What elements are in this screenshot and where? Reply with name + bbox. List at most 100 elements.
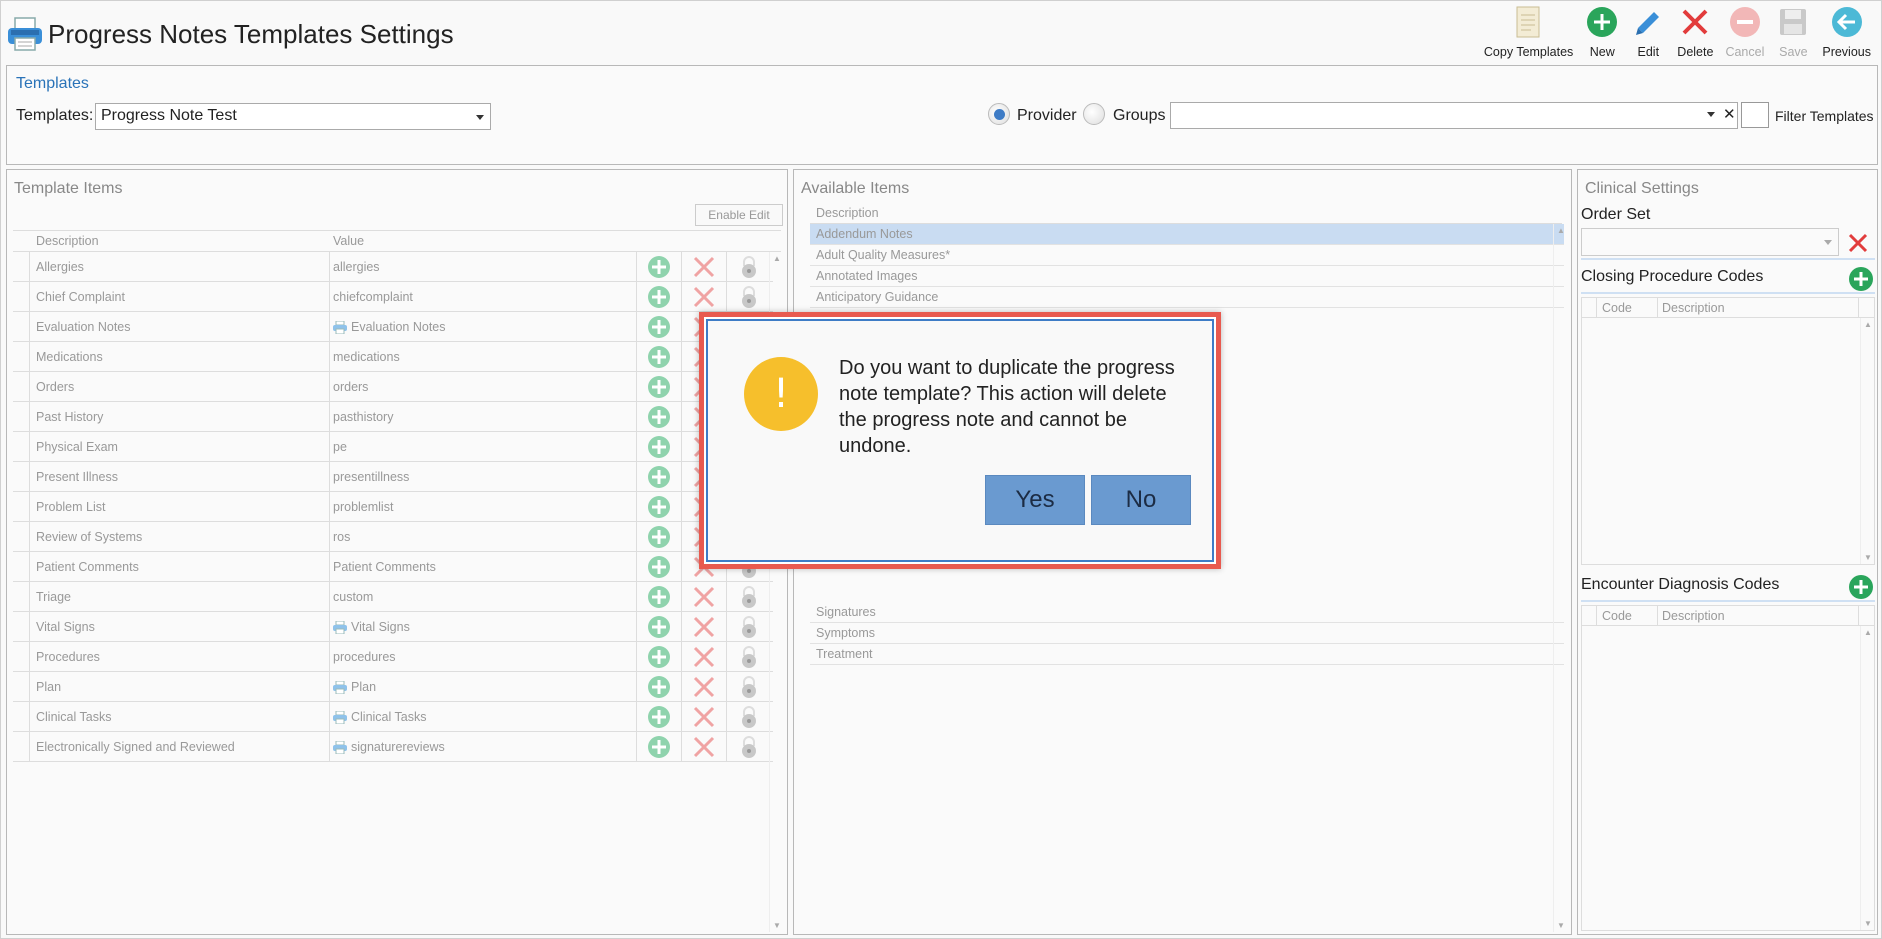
description-column-header[interactable]: Description xyxy=(1662,609,1725,623)
edit-button[interactable]: Edit xyxy=(1625,5,1671,61)
plus-circle-icon xyxy=(648,496,670,518)
enable-edit-button[interactable]: Enable Edit xyxy=(695,204,783,226)
table-row[interactable]: Medications medications xyxy=(13,342,773,372)
row-description: Allergies xyxy=(36,260,84,274)
remove-item-button[interactable] xyxy=(692,585,716,614)
lock-item-button[interactable] xyxy=(740,255,758,284)
order-set-label: Order Set xyxy=(1581,206,1651,223)
table-row[interactable]: Problem List problemlist xyxy=(13,492,773,522)
table-row[interactable]: Orders orders xyxy=(13,372,773,402)
encounter-codes-scrollbar[interactable]: ▲ ▼ xyxy=(1860,626,1874,930)
table-row[interactable]: Vital Signs Vital Signs xyxy=(13,612,773,642)
clear-order-set-button[interactable] xyxy=(1846,231,1870,260)
row-value-text: medications xyxy=(333,350,400,364)
list-item[interactable]: Anticipatory Guidance xyxy=(810,287,1564,308)
add-item-button[interactable] xyxy=(647,615,671,644)
lock-item-button[interactable] xyxy=(740,285,758,314)
clinical-settings-title: Clinical Settings xyxy=(1585,180,1699,197)
remove-item-button[interactable] xyxy=(692,285,716,314)
list-item[interactable]: Treatment xyxy=(810,644,1564,665)
add-item-button[interactable] xyxy=(647,315,671,344)
row-description: Patient Comments xyxy=(36,560,139,574)
add-item-button[interactable] xyxy=(647,345,671,374)
row-description: Procedures xyxy=(36,650,100,664)
description-column-header[interactable]: Description xyxy=(36,234,99,248)
lock-item-button[interactable] xyxy=(740,645,758,674)
add-item-button[interactable] xyxy=(647,645,671,674)
add-item-button[interactable] xyxy=(647,735,671,764)
delete-button[interactable]: Delete xyxy=(1671,5,1719,61)
row-value-text: allergies xyxy=(333,260,380,274)
table-row[interactable]: Chief Complaint chiefcomplaint xyxy=(13,282,773,312)
remove-item-button[interactable] xyxy=(692,705,716,734)
remove-item-button[interactable] xyxy=(692,645,716,674)
list-item[interactable]: Adult Quality Measures* xyxy=(810,245,1564,266)
copy-templates-button[interactable]: Copy Templates xyxy=(1478,5,1579,61)
remove-item-button[interactable] xyxy=(692,675,716,704)
remove-item-button[interactable] xyxy=(692,615,716,644)
filter-templates-checkbox[interactable] xyxy=(1741,102,1769,128)
description-column-header[interactable]: Description xyxy=(1662,301,1725,315)
chevron-down-icon[interactable] xyxy=(1707,112,1715,117)
code-column-header[interactable]: Code xyxy=(1602,301,1632,315)
templates-dropdown[interactable]: Progress Note Test xyxy=(95,103,491,130)
provider-radio[interactable] xyxy=(988,103,1010,125)
description-column-header[interactable]: Description xyxy=(816,206,879,220)
table-row[interactable]: Plan Plan xyxy=(13,672,773,702)
add-item-button[interactable] xyxy=(647,675,671,704)
table-row[interactable]: Review of Systems ros xyxy=(13,522,773,552)
list-item[interactable]: Annotated Images xyxy=(810,266,1564,287)
groups-radio[interactable] xyxy=(1083,103,1105,125)
list-item[interactable]: Signatures xyxy=(810,602,1564,623)
value-column-header[interactable]: Value xyxy=(333,234,364,248)
table-row[interactable]: Present Illness presentillness xyxy=(13,462,773,492)
add-item-button[interactable] xyxy=(647,375,671,404)
row-value-text: Clinical Tasks xyxy=(351,710,427,724)
table-row[interactable]: Triage custom xyxy=(13,582,773,612)
add-item-button[interactable] xyxy=(647,285,671,314)
plus-circle-icon xyxy=(648,616,670,638)
remove-item-button[interactable] xyxy=(692,735,716,764)
yes-button[interactable]: Yes xyxy=(985,475,1085,525)
add-item-button[interactable] xyxy=(647,495,671,524)
groups-dropdown[interactable] xyxy=(1170,102,1738,129)
list-item[interactable]: Addendum Notes xyxy=(810,224,1564,245)
table-row[interactable]: Past History pasthistory xyxy=(13,402,773,432)
closing-codes-scrollbar[interactable]: ▲ ▼ xyxy=(1860,318,1874,564)
new-button[interactable]: New xyxy=(1579,5,1625,61)
toolbar: Copy Templates New Edit Delete Cancel Sa… xyxy=(1478,5,1877,61)
lock-item-button[interactable] xyxy=(740,585,758,614)
table-row[interactable]: Allergies allergies xyxy=(13,252,773,282)
lock-item-button[interactable] xyxy=(740,615,758,644)
table-row[interactable]: Electronically Signed and Reviewed signat… xyxy=(13,732,773,762)
available-items-scrollbar[interactable]: ▲ ▼ xyxy=(1553,224,1567,932)
save-button[interactable]: Save xyxy=(1770,5,1816,61)
add-item-button[interactable] xyxy=(647,705,671,734)
previous-button[interactable]: Previous xyxy=(1816,5,1877,61)
table-row[interactable]: Patient Comments Patient Comments xyxy=(13,552,773,582)
code-column-header[interactable]: Code xyxy=(1602,609,1632,623)
add-item-button[interactable] xyxy=(647,465,671,494)
add-item-button[interactable] xyxy=(647,585,671,614)
add-item-button[interactable] xyxy=(647,525,671,554)
add-item-button[interactable] xyxy=(647,255,671,284)
cancel-button[interactable]: Cancel xyxy=(1719,5,1770,61)
remove-item-button[interactable] xyxy=(692,255,716,284)
clear-groups-button[interactable]: ✕ xyxy=(1723,105,1736,123)
table-row[interactable]: Physical Exam pe xyxy=(13,432,773,462)
table-row[interactable]: Evaluation Notes Evaluation Notes xyxy=(13,312,773,342)
row-value-text: ros xyxy=(333,530,351,544)
lock-item-button[interactable] xyxy=(740,675,758,704)
table-row[interactable]: Clinical Tasks Clinical Tasks xyxy=(13,702,773,732)
add-item-button[interactable] xyxy=(647,405,671,434)
table-row[interactable]: Procedures procedures xyxy=(13,642,773,672)
plus-circle-icon xyxy=(1849,267,1873,291)
no-button[interactable]: No xyxy=(1091,475,1191,525)
order-set-dropdown[interactable] xyxy=(1581,228,1839,256)
add-item-button[interactable] xyxy=(647,555,671,584)
close-x-icon xyxy=(693,256,715,278)
lock-item-button[interactable] xyxy=(740,735,758,764)
lock-item-button[interactable] xyxy=(740,705,758,734)
add-item-button[interactable] xyxy=(647,435,671,464)
list-item[interactable]: Symptoms xyxy=(810,623,1564,644)
